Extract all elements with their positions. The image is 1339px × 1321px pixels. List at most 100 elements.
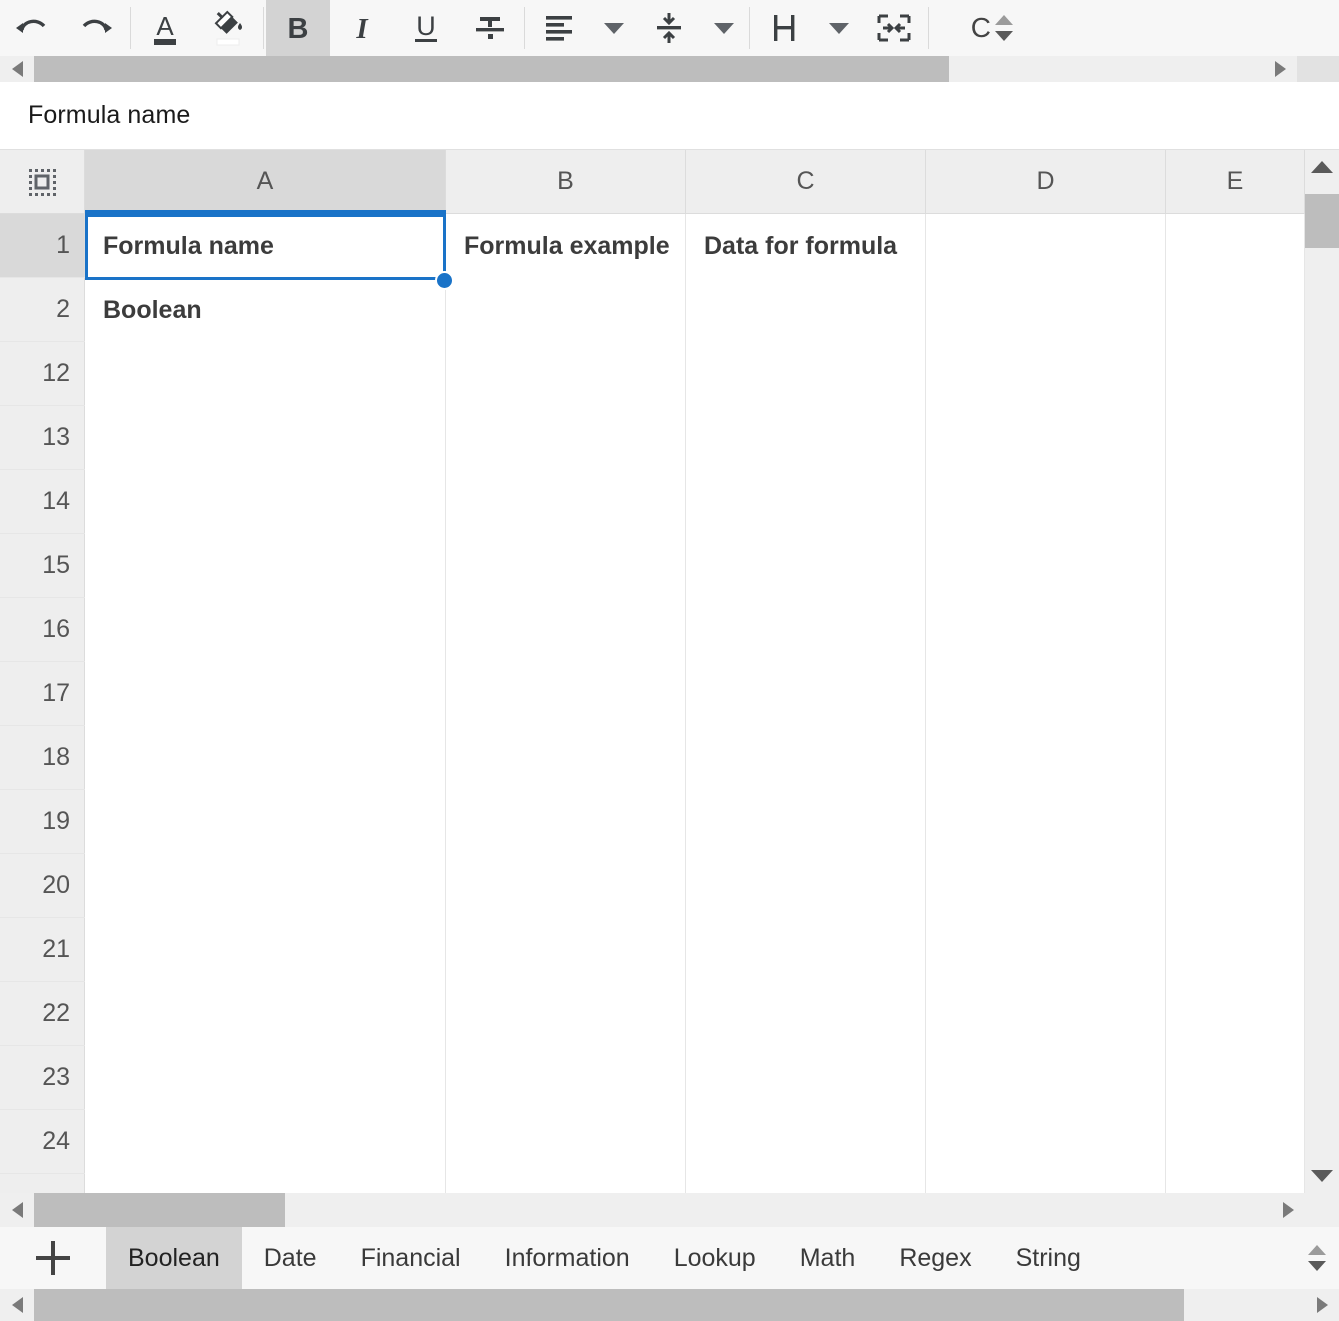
cell-A13[interactable] (85, 406, 446, 470)
column-header-b[interactable]: B (446, 150, 686, 214)
toolbar-scrollbar-thumb[interactable] (34, 56, 949, 82)
row-header-15[interactable]: 15 (0, 534, 85, 597)
sheet-tab-boolean[interactable]: Boolean (106, 1227, 242, 1289)
row-header-21[interactable]: 21 (0, 918, 85, 981)
cell-E24[interactable] (1166, 1110, 1305, 1174)
sheet-tab-financial[interactable]: Financial (339, 1227, 483, 1289)
row-header-25[interactable]: 25 (0, 1174, 85, 1193)
cell-A25[interactable] (85, 1174, 446, 1193)
cell-C16[interactable] (686, 598, 926, 662)
row-header-14[interactable]: 14 (0, 470, 85, 533)
row-header-18[interactable]: 18 (0, 726, 85, 789)
sheet-tab-regex[interactable]: Regex (877, 1227, 993, 1289)
cell-B25[interactable] (446, 1174, 686, 1193)
scroll-down-button[interactable] (1305, 1159, 1339, 1193)
cell-E25[interactable] (1166, 1174, 1305, 1193)
merge-cells-button[interactable] (862, 0, 926, 56)
cell-B21[interactable] (446, 918, 686, 982)
toolbar-scroll-left-button[interactable] (0, 56, 34, 82)
cell-A18[interactable] (85, 726, 446, 790)
strikethrough-button[interactable] (458, 0, 522, 56)
cell-C2[interactable] (686, 278, 926, 342)
fill-handle[interactable] (435, 271, 454, 290)
bold-button[interactable]: B (266, 0, 330, 56)
row-header-13[interactable]: 13 (0, 406, 85, 469)
cell-C19[interactable] (686, 790, 926, 854)
text-color-button[interactable]: A (133, 0, 197, 56)
cell-B16[interactable] (446, 598, 686, 662)
underline-button[interactable]: U (394, 0, 458, 56)
cell-C17[interactable] (686, 662, 926, 726)
cell-E12[interactable] (1166, 342, 1305, 406)
row-header-17[interactable]: 17 (0, 662, 85, 725)
cell-B12[interactable] (446, 342, 686, 406)
row-header-19[interactable]: 19 (0, 790, 85, 853)
sheet-tab-lookup[interactable]: Lookup (652, 1227, 778, 1289)
cell-E20[interactable] (1166, 854, 1305, 918)
horizontal-align-dropdown[interactable] (591, 0, 637, 56)
spinner-up-icon[interactable] (1308, 1245, 1326, 1255)
cell-B19[interactable] (446, 790, 686, 854)
cell-D21[interactable] (926, 918, 1166, 982)
vertical-scrollbar-thumb[interactable] (1305, 194, 1339, 248)
column-header-a[interactable]: A (85, 150, 446, 214)
cell-D24[interactable] (926, 1110, 1166, 1174)
spinner-up-icon[interactable] (995, 15, 1013, 25)
column-header-d[interactable]: D (926, 150, 1166, 214)
cell-C18[interactable] (686, 726, 926, 790)
cell-A1[interactable]: Formula name (85, 214, 446, 278)
scroll-up-button[interactable] (1305, 150, 1339, 184)
text-wrapping-dropdown[interactable] (816, 0, 862, 56)
tab-scroll-left-button[interactable] (0, 1289, 34, 1321)
cell-E2[interactable] (1166, 278, 1305, 342)
cell-E17[interactable] (1166, 662, 1305, 726)
cell-B14[interactable] (446, 470, 686, 534)
row-header-1[interactable]: 1 (0, 214, 85, 277)
spinner-down-icon[interactable] (995, 31, 1013, 41)
toolbar-scrollbar[interactable] (0, 56, 1297, 82)
cell-D22[interactable] (926, 982, 1166, 1046)
spinner-down-icon[interactable] (1308, 1261, 1326, 1271)
row-header-22[interactable]: 22 (0, 982, 85, 1045)
toolbar-overflow-label[interactable]: C (931, 0, 991, 56)
horizontal-scrollbar[interactable] (0, 1193, 1305, 1227)
cell-E14[interactable] (1166, 470, 1305, 534)
cell-A22[interactable] (85, 982, 446, 1046)
row-header-16[interactable]: 16 (0, 598, 85, 661)
cell-C24[interactable] (686, 1110, 926, 1174)
cell-D23[interactable] (926, 1046, 1166, 1110)
sheet-tab-math[interactable]: Math (778, 1227, 878, 1289)
cell-E15[interactable] (1166, 534, 1305, 598)
horizontal-align-button[interactable] (527, 0, 591, 56)
cell-B20[interactable] (446, 854, 686, 918)
cell-D16[interactable] (926, 598, 1166, 662)
cell-E21[interactable] (1166, 918, 1305, 982)
formula-input[interactable]: Formula name (0, 101, 190, 130)
cell-D15[interactable] (926, 534, 1166, 598)
sheet-tab-string[interactable]: String (994, 1227, 1103, 1289)
toolbar-spinner[interactable] (991, 0, 1017, 56)
sheet-tab-information[interactable]: Information (483, 1227, 652, 1289)
row-header-12[interactable]: 12 (0, 342, 85, 405)
row-header-20[interactable]: 20 (0, 854, 85, 917)
cell-E13[interactable] (1166, 406, 1305, 470)
sheet-tab-date[interactable]: Date (242, 1227, 339, 1289)
column-header-c[interactable]: C (686, 150, 926, 214)
cell-D14[interactable] (926, 470, 1166, 534)
add-sheet-button[interactable] (0, 1227, 106, 1289)
vertical-align-button[interactable] (637, 0, 701, 56)
cell-B2[interactable] (446, 278, 686, 342)
sheet-tab-scrollbar-track[interactable] (1184, 1289, 1305, 1321)
cell-A15[interactable] (85, 534, 446, 598)
cell-B17[interactable] (446, 662, 686, 726)
cell-B1[interactable]: Formula example (446, 214, 686, 278)
cell-D13[interactable] (926, 406, 1166, 470)
cell-D25[interactable] (926, 1174, 1166, 1193)
cell-C15[interactable] (686, 534, 926, 598)
cell-C25[interactable] (686, 1174, 926, 1193)
cell-D1[interactable] (926, 214, 1166, 278)
cell-E1[interactable] (1166, 214, 1305, 278)
cell-B18[interactable] (446, 726, 686, 790)
cell-D17[interactable] (926, 662, 1166, 726)
scroll-left-button[interactable] (0, 1193, 34, 1227)
